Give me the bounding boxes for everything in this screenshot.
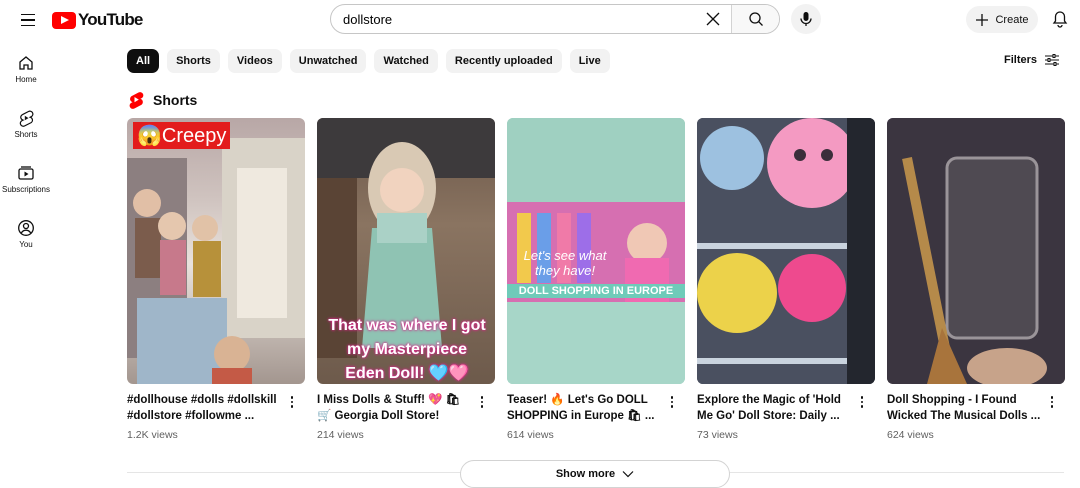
- sidebar-item-label: Home: [15, 75, 37, 84]
- create-button[interactable]: Create: [966, 6, 1038, 33]
- short-title[interactable]: Teaser! 🔥 Let's Go DOLL SHOPPING in Euro…: [507, 392, 663, 424]
- shorts-icon: [19, 110, 34, 127]
- sidebar-item-home[interactable]: Home: [0, 50, 52, 105]
- shorts-logo-icon: [129, 92, 144, 109]
- plus-icon: [976, 13, 989, 26]
- short-card[interactable]: Let's see what they have! DOLL SHOPPING …: [507, 118, 685, 441]
- thumbnail-overlay-text: Let's see what they have!: [523, 248, 607, 278]
- short-title[interactable]: Doll Shopping - I Found Wicked The Music…: [887, 392, 1043, 424]
- view-count: 214 views: [317, 429, 364, 441]
- chip-shorts[interactable]: Shorts: [167, 49, 220, 73]
- short-thumbnail[interactable]: [887, 118, 1065, 384]
- notifications-bell-icon[interactable]: [1050, 9, 1070, 29]
- chip-unwatched[interactable]: Unwatched: [289, 49, 367, 73]
- more-options-icon[interactable]: [285, 394, 299, 410]
- microphone-icon: [800, 12, 812, 26]
- voice-search-button[interactable]: [791, 4, 821, 34]
- chip-watched[interactable]: Watched: [374, 49, 438, 73]
- account-icon: [18, 220, 34, 236]
- create-label: Create: [995, 13, 1029, 26]
- sidebar-item-label: Shorts: [14, 130, 38, 139]
- more-options-icon[interactable]: [665, 394, 679, 410]
- chip-recently-uploaded[interactable]: Recently uploaded: [445, 49, 562, 73]
- search-box: [330, 4, 780, 34]
- show-more-button[interactable]: Show more: [460, 460, 730, 488]
- short-title[interactable]: #dollhouse #dolls #dollskill #dollstore …: [127, 392, 283, 424]
- search-icon: [748, 12, 763, 26]
- chip-live[interactable]: Live: [569, 49, 610, 73]
- more-options-icon[interactable]: [1045, 394, 1059, 410]
- youtube-play-icon: [52, 11, 76, 29]
- short-title[interactable]: Explore the Magic of 'Hold Me Go' Doll S…: [697, 392, 853, 424]
- thumbnail-image: [697, 118, 875, 384]
- filters-label: Filters: [1004, 54, 1038, 66]
- youtube-logo[interactable]: YouTube: [52, 10, 143, 30]
- short-card[interactable]: Explore the Magic of 'Hold Me Go' Doll S…: [697, 118, 875, 441]
- view-count: 73 views: [697, 429, 738, 441]
- sidebar-item-shorts[interactable]: Shorts: [0, 105, 52, 160]
- shorts-section-header: Shorts: [128, 91, 197, 109]
- sliders-icon: [1045, 54, 1060, 66]
- home-icon: [19, 56, 33, 70]
- chevron-down-icon: [622, 471, 634, 478]
- thumbnail-image: [887, 118, 1065, 384]
- filter-chips: All Shorts Videos Unwatched Watched Rece…: [127, 49, 610, 73]
- thumbnail-image: [127, 138, 305, 384]
- view-count: 624 views: [887, 429, 934, 441]
- top-bar: YouTube Create: [0, 0, 1080, 40]
- sidebar-item-you[interactable]: You: [0, 215, 52, 270]
- short-thumbnail[interactable]: Let's see what they have! DOLL SHOPPING …: [507, 118, 685, 384]
- chip-all[interactable]: All: [127, 49, 160, 73]
- short-thumbnail[interactable]: That was where I got my Masterpiece Eden…: [317, 118, 495, 384]
- filters-button[interactable]: Filters: [1004, 53, 1060, 67]
- sidebar-item-label: Subscriptions: [1, 185, 51, 194]
- more-options-icon[interactable]: [855, 394, 869, 410]
- short-card[interactable]: That was where I got my Masterpiece Eden…: [317, 118, 495, 441]
- clear-icon[interactable]: [699, 5, 727, 33]
- search-button[interactable]: [731, 5, 779, 33]
- shorts-shelf: 😱Creepy #dollhouse #dolls #dollskill #do…: [127, 118, 1065, 441]
- short-thumbnail[interactable]: [697, 118, 875, 384]
- menu-icon[interactable]: [16, 8, 40, 32]
- thumbnail-overlay-text: 😱Creepy: [133, 122, 231, 149]
- search-input[interactable]: [331, 5, 699, 33]
- short-thumbnail[interactable]: 😱Creepy: [127, 118, 305, 384]
- short-card[interactable]: Doll Shopping - I Found Wicked The Music…: [887, 118, 1065, 441]
- subscriptions-icon: [18, 166, 34, 180]
- short-card[interactable]: 😱Creepy #dollhouse #dolls #dollskill #do…: [127, 118, 305, 441]
- short-title[interactable]: I Miss Dolls & Stuff! 💖 🛍 🛒 Georgia Doll…: [317, 392, 473, 424]
- mini-sidebar: Home Shorts Subscriptions You: [0, 50, 52, 270]
- sidebar-item-subscriptions[interactable]: Subscriptions: [0, 160, 52, 215]
- section-title: Shorts: [153, 92, 198, 108]
- more-options-icon[interactable]: [475, 394, 489, 410]
- show-more-label: Show more: [555, 468, 616, 480]
- logo-text: YouTube: [78, 10, 143, 29]
- chip-videos[interactable]: Videos: [227, 49, 282, 73]
- thumbnail-overlay-banner: DOLL SHOPPING IN EUROPE: [507, 284, 685, 298]
- view-count: 1.2K views: [127, 429, 178, 441]
- view-count: 614 views: [507, 429, 554, 441]
- sidebar-item-label: You: [19, 240, 33, 249]
- thumbnail-overlay-text: That was where I got my Masterpiece Eden…: [328, 317, 486, 382]
